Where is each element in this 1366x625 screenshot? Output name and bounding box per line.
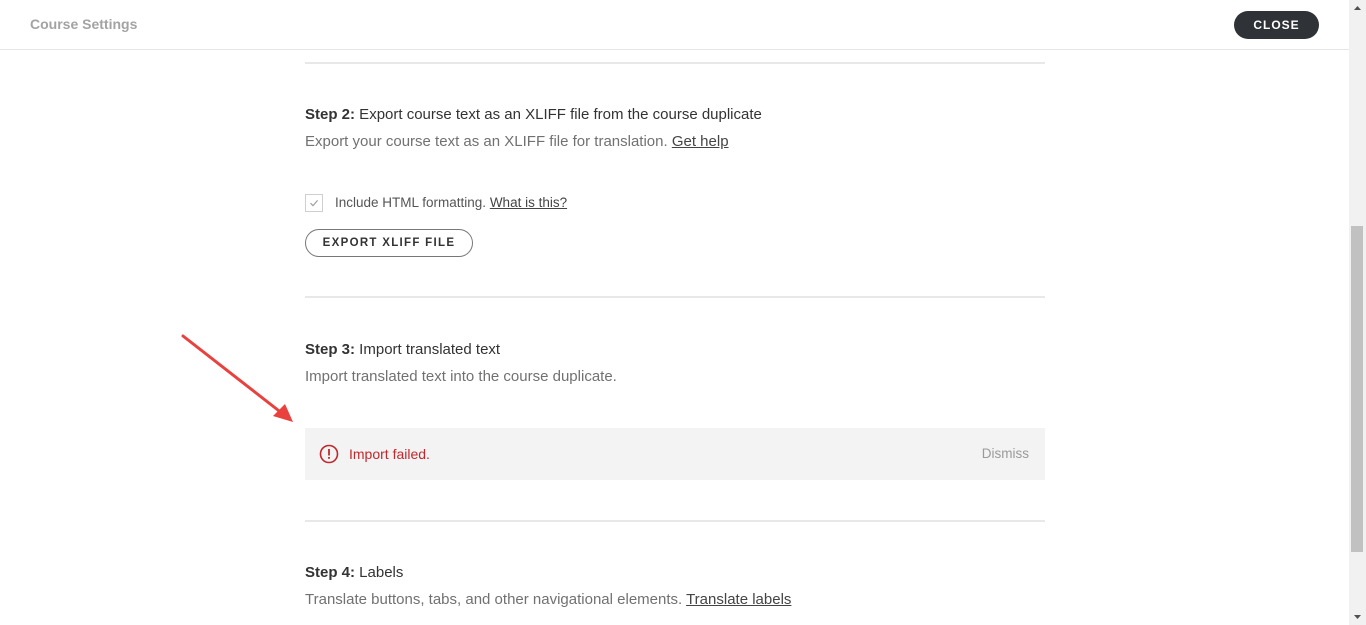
step4-description: Translate buttons, tabs, and other navig…	[305, 591, 791, 608]
section-divider	[305, 296, 1045, 298]
step4-title-text: Labels	[355, 564, 404, 581]
section-divider	[305, 62, 1045, 64]
get-help-link[interactable]: Get help	[672, 133, 729, 150]
step2-title: Step 2: Export course text as an XLIFF f…	[305, 106, 762, 123]
vertical-scrollbar[interactable]	[1349, 0, 1366, 625]
scrollbar-thumb[interactable]	[1351, 226, 1363, 552]
error-circle-icon	[319, 444, 339, 464]
include-html-label-text: Include HTML formatting.	[335, 195, 490, 210]
step4-title: Step 4: Labels	[305, 564, 403, 581]
scroll-up-arrow-icon[interactable]	[1349, 0, 1366, 17]
step2-title-text: Export course text as an XLIFF file from…	[355, 106, 762, 123]
dismiss-button[interactable]: Dismiss	[982, 446, 1029, 461]
export-xliff-button[interactable]: EXPORT XLIFF FILE	[305, 229, 473, 257]
red-arrow-annotation	[181, 334, 293, 422]
step3-title: Step 3: Import translated text	[305, 341, 500, 358]
step3-description: Import translated text into the course d…	[305, 368, 617, 385]
step3-title-text: Import translated text	[355, 341, 501, 358]
include-html-checkbox[interactable]	[305, 194, 323, 212]
step2-description-text: Export your course text as an XLIFF file…	[305, 133, 672, 150]
close-button[interactable]: CLOSE	[1234, 11, 1319, 39]
section-divider	[305, 520, 1045, 522]
page-title: Course Settings	[30, 16, 138, 32]
header-bar: Course Settings CLOSE	[0, 0, 1349, 50]
step4-description-text: Translate buttons, tabs, and other navig…	[305, 591, 687, 608]
include-html-label: Include HTML formatting. What is this?	[335, 195, 567, 210]
step2-title-prefix: Step 2:	[305, 106, 356, 123]
step3-title-prefix: Step 3:	[305, 341, 356, 358]
import-failed-alert: Import failed. Dismiss	[305, 428, 1045, 480]
scroll-down-arrow-icon[interactable]	[1349, 608, 1366, 625]
translate-labels-link[interactable]: Translate labels	[686, 591, 791, 608]
what-is-this-link[interactable]: What is this?	[490, 195, 567, 210]
step4-title-prefix: Step 4:	[305, 564, 356, 581]
alert-message: Import failed.	[349, 446, 430, 462]
checkmark-icon	[310, 200, 319, 207]
step2-description: Export your course text as an XLIFF file…	[305, 133, 729, 150]
